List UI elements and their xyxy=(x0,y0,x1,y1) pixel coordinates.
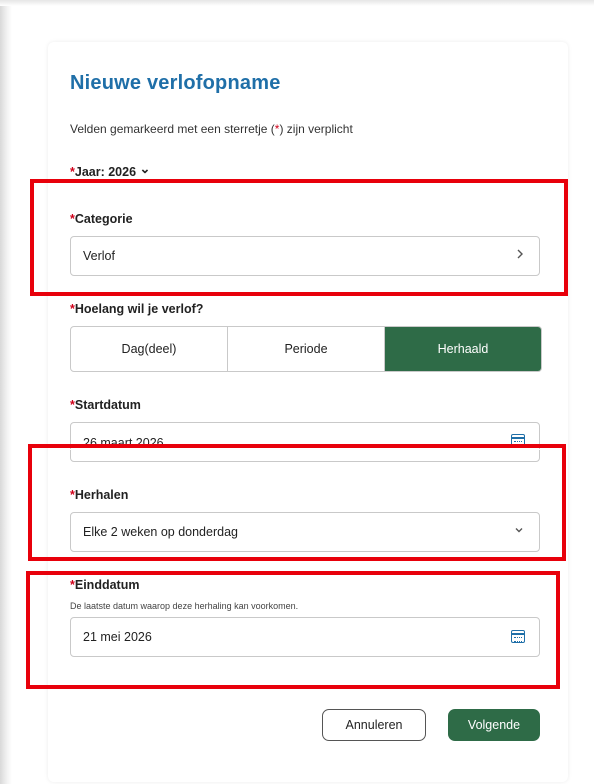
category-label: *Categorie xyxy=(70,212,133,226)
window-shadow xyxy=(0,0,12,784)
cancel-button[interactable]: Annuleren xyxy=(322,709,426,741)
start-date-field[interactable]: 26 maart 2026 xyxy=(70,422,540,462)
duration-label-text: Hoelang wil je verlof? xyxy=(74,302,204,316)
repeat-label-text: Herhalen xyxy=(74,488,129,502)
required-note-text: Velden gemarkeerd met een sterretje ( xyxy=(70,122,275,136)
year-label: Jaar: 2026 xyxy=(74,165,137,179)
start-date-label: *Startdatum xyxy=(70,398,141,412)
duration-segmented-control: Dag(deel) Periode Herhaald xyxy=(70,326,542,372)
year-selector[interactable]: *Jaar: 2026 ⌄ xyxy=(70,161,151,180)
cover-strip xyxy=(70,449,542,450)
category-label-text: Categorie xyxy=(74,212,133,226)
calendar-icon[interactable] xyxy=(511,630,525,643)
leave-request-dialog xyxy=(48,42,568,782)
duration-option-herhaald[interactable]: Herhaald xyxy=(385,327,541,371)
next-button[interactable]: Volgende xyxy=(448,709,540,741)
repeat-value: Elke 2 weken op donderdag xyxy=(83,525,238,539)
page-title: Nieuwe verlofopname xyxy=(70,72,281,94)
duration-label: *Hoelang wil je verlof? xyxy=(70,302,203,316)
chevron-right-icon xyxy=(515,248,525,263)
required-note: Velden gemarkeerd met een sterretje (*) … xyxy=(70,122,353,136)
chevron-down-icon xyxy=(513,524,525,539)
duration-option-dagdeel[interactable]: Dag(deel) xyxy=(71,327,228,371)
start-date-value: 26 maart 2026 xyxy=(83,436,164,450)
chevron-down-icon: ⌄ xyxy=(139,161,151,176)
end-date-label: *Einddatum xyxy=(70,578,139,592)
end-date-field[interactable]: 21 mei 2026 xyxy=(70,617,540,657)
duration-option-periode[interactable]: Periode xyxy=(228,327,385,371)
end-date-label-text: Einddatum xyxy=(74,578,140,592)
end-date-value: 21 mei 2026 xyxy=(83,630,152,644)
repeat-label: *Herhalen xyxy=(70,488,128,502)
category-field[interactable]: Verlof xyxy=(70,236,540,276)
required-note-text-end: ) zijn verplicht xyxy=(279,122,353,136)
window-shadow-top xyxy=(0,0,594,6)
end-date-hint: De laatste datum waarop deze herhaling k… xyxy=(70,601,299,611)
repeat-select[interactable]: Elke 2 weken op donderdag xyxy=(70,512,540,552)
start-date-label-text: Startdatum xyxy=(74,398,141,412)
calendar-icon[interactable] xyxy=(511,434,525,447)
category-value: Verlof xyxy=(83,249,115,263)
